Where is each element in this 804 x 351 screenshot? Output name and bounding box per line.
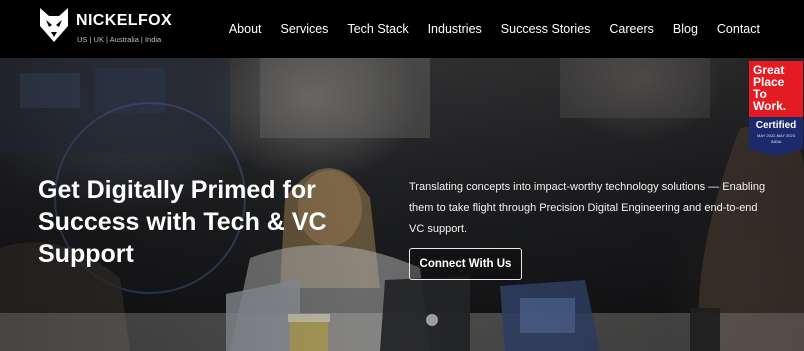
gptw-certified-label: Certified [755, 120, 797, 131]
nav-careers[interactable]: Careers [609, 22, 653, 36]
hero-description: Translating concepts into impact-worthy … [409, 181, 766, 235]
gptw-certified-block: Certified MAY 2022-MAY 2023 INDIA [749, 117, 803, 156]
nav-tech-stack[interactable]: Tech Stack [347, 22, 408, 36]
nav-services[interactable]: Services [281, 22, 329, 36]
gptw-country: INDIA [770, 139, 782, 144]
fox-logo-icon [40, 8, 68, 42]
hero-headline: Get Digitally Primed for Success with Te… [38, 176, 327, 268]
top-navigation: NICKELFOX US | UK | Australia | India Ab… [0, 0, 804, 58]
nav-contact[interactable]: Contact [717, 22, 760, 36]
brand-name: NICKELFOX [76, 12, 173, 29]
great-place-to-work-badge[interactable]: Great Place To Work. Certified MAY 2022-… [749, 61, 803, 156]
brand-tagline: US | UK | Australia | India [77, 35, 162, 44]
connect-with-us-button[interactable]: Connect With Us [409, 248, 522, 280]
nickelfox-logo[interactable]: NICKELFOX US | UK | Australia | India [40, 6, 180, 50]
nav-success-stories[interactable]: Success Stories [501, 22, 591, 36]
nav-blog[interactable]: Blog [673, 22, 698, 36]
gptw-title-block: Great Place To Work. [749, 61, 803, 117]
main-menu: About Services Tech Stack Industries Suc… [229, 22, 760, 36]
nav-industries[interactable]: Industries [428, 22, 482, 36]
gptw-line-4: Work. [753, 99, 787, 113]
nav-about[interactable]: About [229, 22, 262, 36]
gptw-dates: MAY 2022-MAY 2023 [757, 133, 795, 138]
